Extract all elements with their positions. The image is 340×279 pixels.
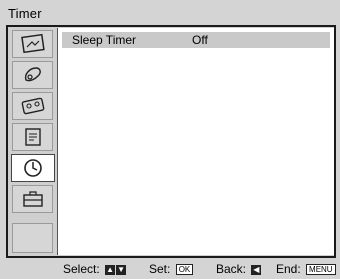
tab-picture[interactable] xyxy=(12,30,53,58)
down-arrow-key-icon: ▼ xyxy=(116,264,127,275)
tab-blank xyxy=(12,223,53,253)
sleep-timer-value: Off xyxy=(192,33,208,47)
footer-back: Back: ◀ xyxy=(216,259,262,279)
menu-tab-column xyxy=(8,27,57,256)
picture-icon xyxy=(20,33,45,54)
sleep-timer-row[interactable]: Sleep Timer Off xyxy=(62,32,330,48)
tab-sound[interactable] xyxy=(12,61,53,89)
clock-icon xyxy=(24,159,42,177)
select-label: Select: xyxy=(63,262,100,276)
back-label: Back: xyxy=(216,262,247,276)
up-arrow-key-icon: ▲ xyxy=(105,264,116,275)
end-label: End: xyxy=(276,262,301,276)
tab-setup[interactable] xyxy=(12,123,53,151)
footer-help-bar: Select: ▲ ▼ Set: OK Back: ◀ End: MENU xyxy=(0,259,340,279)
menu-frame: Sleep Timer Off xyxy=(6,25,336,258)
briefcase-icon xyxy=(22,191,43,207)
sleep-timer-label: Sleep Timer xyxy=(72,33,137,47)
menu-content-panel: Sleep Timer Off xyxy=(57,28,334,255)
ok-key-icon: OK xyxy=(175,264,194,276)
footer-select: Select: ▲ ▼ xyxy=(63,259,127,279)
tab-other[interactable] xyxy=(12,185,53,213)
set-label: Set: xyxy=(149,262,171,276)
menu-title: Timer xyxy=(8,6,42,21)
footer-end: End: MENU xyxy=(276,259,336,279)
left-arrow-key-icon: ◀ xyxy=(251,264,262,275)
tab-video[interactable] xyxy=(12,92,53,120)
setup-icon xyxy=(24,128,41,146)
menu-key-icon: MENU xyxy=(306,264,336,276)
tab-timer[interactable] xyxy=(11,154,55,182)
tv-menu-screen: Timer Sleep Timer Off Select: ▲ ▼ Set: O… xyxy=(0,0,340,279)
tape-icon xyxy=(21,97,44,115)
sound-icon xyxy=(24,67,41,82)
footer-set: Set: OK xyxy=(149,259,194,279)
